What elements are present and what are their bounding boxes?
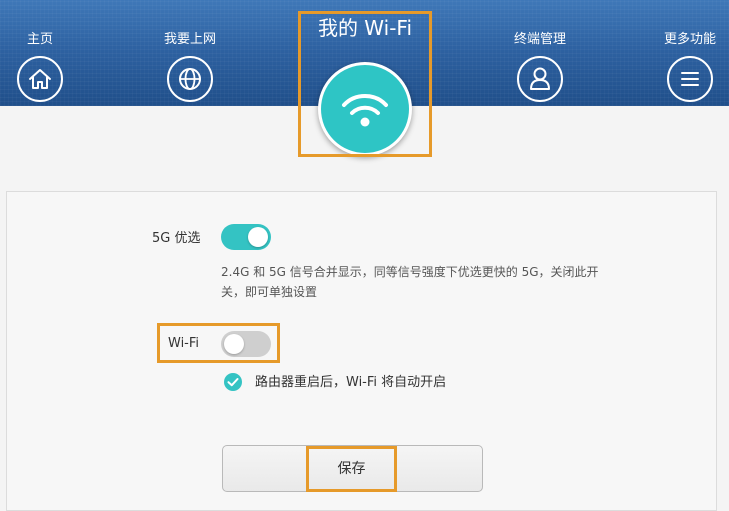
band-5g-label: 5G 优选 bbox=[152, 231, 201, 246]
band-5g-description: 2.4G 和 5G 信号合并显示，同等信号强度下优选更快的 5G，关闭此开关，即… bbox=[221, 265, 599, 299]
wifi-toggle[interactable] bbox=[221, 331, 271, 357]
nav-item-home[interactable]: 主页 bbox=[0, 0, 85, 106]
nav-item-devices[interactable]: 终端管理 bbox=[495, 0, 585, 106]
band-5g-toggle[interactable] bbox=[221, 224, 271, 250]
nav-label-home: 主页 bbox=[26, 32, 53, 47]
wifi-label: Wi-Fi bbox=[168, 336, 200, 351]
nav-label-more: 更多功能 bbox=[663, 32, 716, 47]
nav-item-more[interactable]: 更多功能 bbox=[645, 0, 729, 106]
nav-label-internet: 我要上网 bbox=[163, 32, 216, 47]
toggle-knob bbox=[224, 334, 244, 354]
globe-icon bbox=[167, 56, 213, 102]
toggle-knob bbox=[248, 227, 268, 247]
nav-label-my-wifi: 我的 Wi-Fi bbox=[317, 16, 413, 40]
save-button[interactable] bbox=[222, 445, 483, 492]
checkmark-icon bbox=[227, 378, 239, 387]
nav-item-internet[interactable]: 我要上网 bbox=[145, 0, 235, 106]
user-icon bbox=[517, 56, 563, 102]
auto-restart-label: 路由器重启后，Wi-Fi 将自动开启 bbox=[255, 375, 447, 390]
auto-restart-checkbox[interactable] bbox=[224, 373, 242, 391]
home-icon bbox=[17, 56, 63, 102]
menu-icon bbox=[667, 56, 713, 102]
nav-label-devices: 终端管理 bbox=[513, 32, 566, 47]
